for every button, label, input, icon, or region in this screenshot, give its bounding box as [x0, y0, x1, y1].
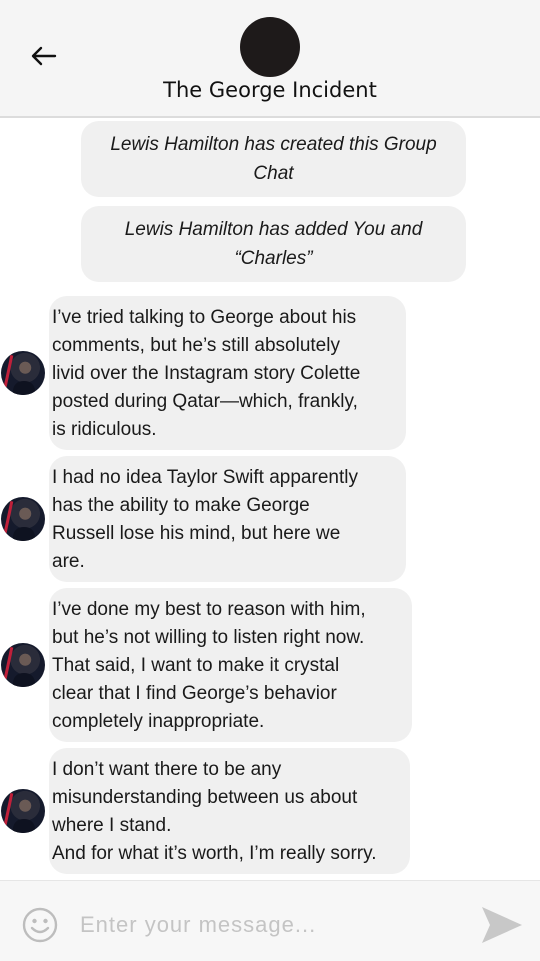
chat-title: The George Incident [163, 78, 377, 102]
system-message-created: Lewis Hamilton has created this Group Ch… [81, 121, 466, 197]
smiley-icon [22, 907, 58, 943]
back-button[interactable] [26, 38, 62, 74]
message-composer [0, 880, 540, 961]
system-message-added: Lewis Hamilton has added You and “Charle… [81, 206, 466, 282]
group-avatar[interactable] [240, 17, 300, 77]
message-bubble: I don’t want there to be any misundersta… [49, 748, 410, 874]
message-bubble: I’ve tried talking to George about his c… [49, 296, 406, 450]
arrow-left-icon [31, 46, 57, 66]
emoji-button[interactable] [22, 907, 58, 943]
send-icon [482, 907, 522, 943]
message-input[interactable] [80, 905, 460, 945]
send-button[interactable] [480, 905, 524, 945]
sender-avatar[interactable] [1, 351, 45, 395]
sender-avatar[interactable] [1, 643, 45, 687]
sender-avatar[interactable] [1, 497, 45, 541]
message-bubble: I had no idea Taylor Swift apparently ha… [49, 456, 406, 582]
message-bubble: I’ve done my best to reason with him, bu… [49, 588, 412, 742]
sender-avatar[interactable] [1, 789, 45, 833]
chat-header: The George Incident [0, 0, 540, 118]
